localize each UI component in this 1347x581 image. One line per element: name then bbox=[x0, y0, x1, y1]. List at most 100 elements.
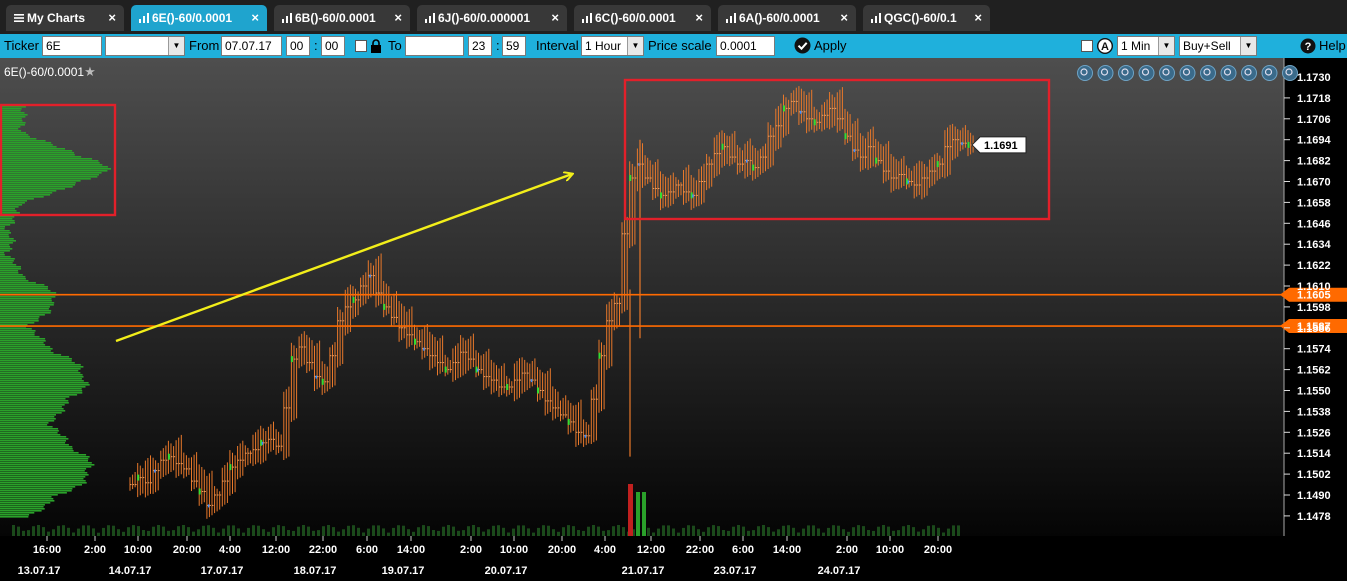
interval-select[interactable]: 1 Hour ▼ bbox=[581, 36, 644, 56]
zoom-in-icon[interactable] bbox=[1097, 65, 1114, 81]
volume-bar bbox=[492, 525, 495, 536]
close-icon[interactable]: × bbox=[394, 5, 402, 31]
price-chart[interactable]: 1.1605 1.1587 1.1691 1.1730 1.1718 1.1706 1.… bbox=[0, 58, 1347, 581]
profile-bar bbox=[0, 424, 48, 426]
time-tick-label: 2:00 bbox=[836, 544, 858, 556]
buy-marker bbox=[629, 175, 632, 181]
refresh-icon[interactable] bbox=[1200, 65, 1216, 81]
profile-bar bbox=[0, 340, 46, 342]
from-hour-input[interactable]: 00 bbox=[286, 36, 310, 56]
profile-bar bbox=[0, 164, 103, 166]
lock-checkbox[interactable] bbox=[355, 40, 367, 52]
help-icon[interactable]: ? bbox=[1300, 38, 1316, 57]
profile-bar bbox=[0, 198, 34, 200]
profile-bar bbox=[0, 250, 10, 252]
close-icon[interactable]: × bbox=[840, 5, 848, 31]
volume-bar bbox=[812, 525, 815, 536]
profile-bar bbox=[0, 370, 79, 372]
volume-bar bbox=[322, 526, 325, 536]
close-icon[interactable]: × bbox=[108, 5, 116, 31]
close-icon[interactable] bbox=[1261, 65, 1278, 81]
profile-bar bbox=[0, 508, 45, 510]
time-tick-label: 14:00 bbox=[397, 544, 425, 556]
from-date-input[interactable]: 07.07.17 bbox=[221, 36, 282, 56]
sell-marker bbox=[746, 159, 748, 163]
tab-6a[interactable]: 6A()-60/0.0001 × bbox=[718, 5, 856, 31]
profile-bar bbox=[0, 362, 75, 364]
to-hour-input[interactable]: 23 bbox=[468, 36, 492, 56]
pencil-icon[interactable] bbox=[1159, 65, 1175, 81]
price-scale-input[interactable]: 0.0001 bbox=[716, 36, 775, 56]
zoom-out-icon[interactable] bbox=[1118, 65, 1134, 81]
profile-bar bbox=[0, 348, 53, 350]
zoom-out-icon[interactable] bbox=[1138, 65, 1155, 81]
side-value: Buy+Sell bbox=[1183, 39, 1231, 53]
profile-bar bbox=[0, 156, 82, 158]
volume-bar bbox=[707, 527, 710, 536]
volume-bar bbox=[782, 525, 785, 536]
buy-marker bbox=[383, 303, 386, 310]
price-tick-label: 1.1526 bbox=[1297, 427, 1331, 439]
volume-bar bbox=[487, 529, 490, 536]
close-icon[interactable]: × bbox=[974, 5, 982, 31]
volume-bar bbox=[647, 527, 650, 536]
time-tick-label: 6:00 bbox=[732, 544, 754, 556]
profile-bar bbox=[0, 108, 22, 110]
buy-marker bbox=[967, 141, 970, 148]
to-minute-input[interactable]: 59 bbox=[502, 36, 526, 56]
date-tick-label: 19.07.17 bbox=[382, 565, 425, 577]
sell-marker bbox=[477, 368, 479, 372]
volume-bar bbox=[152, 526, 155, 536]
profile-bar bbox=[0, 230, 10, 232]
profile-bar bbox=[0, 110, 21, 112]
close-icon[interactable]: × bbox=[251, 5, 259, 31]
tab-qgc[interactable]: QGC()-60/0.1 × bbox=[863, 5, 990, 31]
volume-bar bbox=[177, 526, 180, 536]
chevron-down-icon[interactable] bbox=[1282, 65, 1298, 81]
settings-icon[interactable] bbox=[1220, 65, 1237, 81]
time-tick-label: 2:00 bbox=[84, 544, 106, 556]
volume-bar bbox=[482, 531, 485, 536]
pencil-icon[interactable] bbox=[1179, 65, 1196, 81]
auto-checkbox[interactable] bbox=[1081, 40, 1093, 52]
profile-bar bbox=[0, 188, 65, 190]
check-circle-icon[interactable] bbox=[794, 37, 811, 57]
to-date-input[interactable] bbox=[405, 36, 464, 56]
volume-bar bbox=[952, 525, 955, 536]
sell-marker bbox=[423, 347, 425, 351]
help-button[interactable]: Help bbox=[1319, 38, 1346, 54]
profile-bar bbox=[0, 516, 29, 518]
profile-bar bbox=[0, 174, 99, 176]
profile-bar bbox=[0, 176, 98, 178]
expand-icon[interactable] bbox=[1241, 65, 1257, 81]
star-icon[interactable]: ★ bbox=[84, 64, 96, 79]
profile-bar bbox=[0, 408, 64, 410]
profile-bar bbox=[0, 142, 52, 144]
timeframe-select[interactable]: 1 Min ▼ bbox=[1117, 36, 1175, 56]
zoom-in-icon[interactable] bbox=[1077, 65, 1093, 81]
profile-bar bbox=[0, 132, 26, 134]
chart-title: 6E()-60/0.0001★ bbox=[4, 64, 96, 80]
close-icon[interactable]: × bbox=[695, 5, 703, 31]
auto-scale-icon[interactable]: A bbox=[1096, 37, 1114, 57]
close-icon[interactable]: × bbox=[551, 5, 559, 31]
buy-marker bbox=[414, 338, 416, 345]
from-minute-input[interactable]: 00 bbox=[321, 36, 345, 56]
tab-6e[interactable]: 6E()-60/0.0001 × bbox=[131, 5, 267, 31]
profile-bar bbox=[0, 400, 69, 402]
ticker-dropdown[interactable]: ▼ bbox=[105, 36, 185, 56]
volume-bar bbox=[137, 526, 140, 536]
volume-bar bbox=[117, 529, 120, 536]
tab-6j[interactable]: 6J()-60/0.000001 × bbox=[417, 5, 567, 31]
profile-bar bbox=[0, 472, 88, 474]
profile-bar bbox=[0, 224, 11, 226]
tab-6b[interactable]: 6B()-60/0.0001 × bbox=[274, 5, 410, 31]
profile-bar bbox=[0, 364, 81, 366]
apply-button[interactable]: Apply bbox=[814, 38, 847, 54]
ticker-input[interactable]: 6E bbox=[42, 36, 102, 56]
side-select[interactable]: Buy+Sell ▼ bbox=[1179, 36, 1257, 56]
tab-6c[interactable]: 6C()-60/0.0001 × bbox=[574, 5, 711, 31]
chart-canvas[interactable]: 1.16051.1587 1.1691 1.17301.17181.17061.… bbox=[0, 58, 1347, 581]
ticker-label: Ticker bbox=[4, 38, 39, 53]
tab-my-charts[interactable]: My Charts × bbox=[6, 5, 124, 31]
